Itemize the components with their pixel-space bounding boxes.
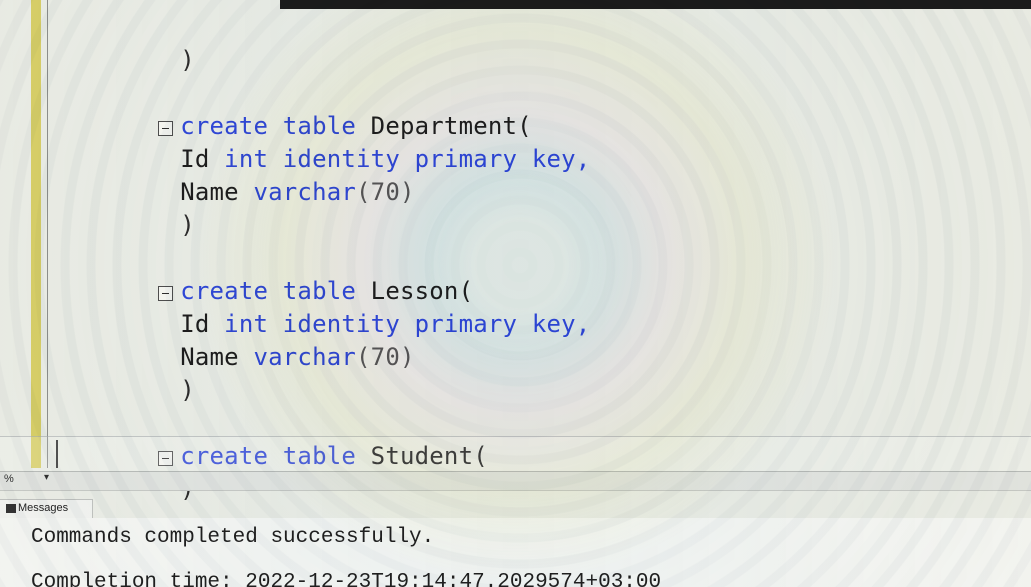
zoom-dropdown-icon[interactable]: ▾ — [44, 472, 49, 483]
code-line: Id int identity primary key, — [41, 110, 941, 173]
change-indicator-gutter — [31, 0, 41, 468]
code-line: Name varchar(70) — [41, 308, 941, 371]
code-line: create table Lesson( — [41, 242, 941, 305]
messages-icon — [6, 504, 16, 513]
zoom-level: % — [4, 473, 14, 485]
code-line: ) — [41, 341, 941, 404]
current-line-highlight — [0, 436, 1031, 472]
code-line: ) — [41, 11, 941, 74]
text-caret — [56, 440, 58, 468]
sql-editor-screen: ) create table Department( Id int identi… — [0, 0, 1031, 587]
zoom-bar: % ▾ — [0, 471, 1031, 491]
code-line: Name varchar(70) — [41, 143, 941, 206]
message-success: Commands completed successfully. — [31, 526, 435, 549]
query-editor[interactable]: ) create table Department( Id int identi… — [0, 0, 1031, 503]
messages-panel: Commands completed successfully. Complet… — [0, 518, 1031, 587]
messages-tab-label: Messages — [18, 502, 69, 514]
code-line: Id int identity primary key, — [41, 275, 941, 338]
code-block: ) create table Department( Id int identi… — [41, 11, 941, 503]
code-line: create table Department( — [41, 77, 941, 140]
message-completion-time: Completion time: 2022-12-23T19:14:47.202… — [31, 571, 662, 587]
messages-tab[interactable]: Messages — [0, 499, 93, 520]
code-line: ) — [41, 176, 941, 239]
